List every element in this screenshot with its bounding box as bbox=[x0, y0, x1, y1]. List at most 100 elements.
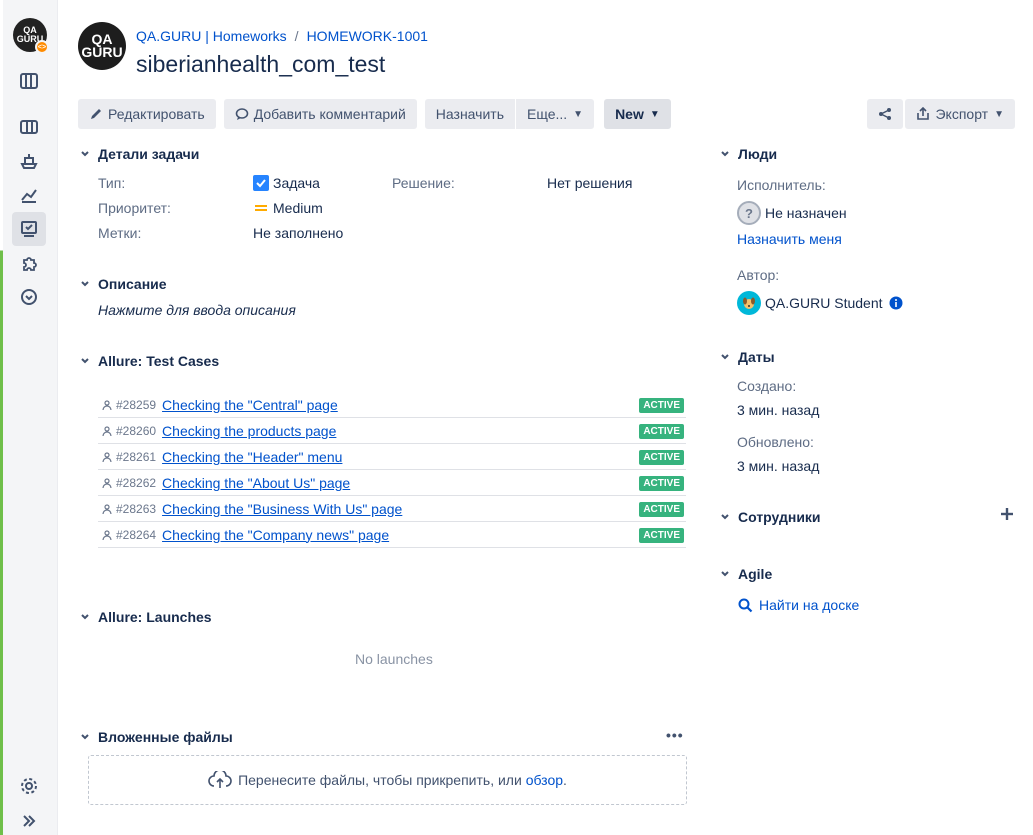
chevron-down-icon: ▼ bbox=[649, 108, 660, 120]
priority-value[interactable]: Medium bbox=[253, 200, 323, 216]
chevron-down-icon bbox=[718, 350, 732, 364]
chevron-down-icon bbox=[718, 510, 732, 524]
issue-view: QA GURU QA.GURU | Homeworks / HOMEWORK-100… bbox=[58, 0, 1033, 835]
assign-to-me-link[interactable]: Назначить меня bbox=[737, 231, 842, 247]
settings-icon[interactable] bbox=[12, 769, 46, 803]
test-case-id-text: #28260 bbox=[116, 423, 157, 438]
project-avatar-text: QA GURU bbox=[81, 31, 123, 60]
description-placeholder[interactable]: Нажмите для ввода описания bbox=[98, 302, 296, 318]
author-label: Автор: bbox=[737, 267, 780, 283]
assignee-label: Исполнитель: bbox=[737, 177, 826, 193]
assignee-value[interactable]: ? Не назначен bbox=[737, 201, 847, 225]
export-button[interactable]: Экспорт ▼ bbox=[905, 99, 1015, 129]
allure-testcases-section-header[interactable]: Allure: Test Cases bbox=[78, 353, 219, 369]
attachments-heading: Вложенные файлы bbox=[98, 729, 233, 745]
add-comment-button[interactable]: Добавить комментарий bbox=[223, 99, 417, 129]
test-case-row: #28261 Checking the "Header" menu ACTIVE bbox=[98, 444, 686, 470]
edit-button[interactable]: Редактировать bbox=[78, 99, 216, 129]
project-avatar[interactable]: QA GURU bbox=[78, 22, 126, 70]
status-badge: ACTIVE bbox=[639, 476, 684, 491]
test-case-id: #28263 bbox=[102, 502, 156, 516]
test-case-id-text: #28259 bbox=[116, 397, 157, 412]
test-case-row: #28260 Checking the products page ACTIVE bbox=[98, 418, 686, 444]
allure-launches-section-header[interactable]: Allure: Launches bbox=[78, 609, 212, 625]
updated-label: Обновлено: bbox=[737, 434, 814, 450]
status-badge: ACTIVE bbox=[639, 398, 684, 413]
share-button[interactable] bbox=[867, 99, 904, 129]
test-case-link[interactable]: Checking the "About Us" page bbox=[162, 475, 350, 491]
attachments-section-header[interactable]: Вложенные файлы bbox=[78, 729, 233, 745]
expand-sidebar-icon[interactable] bbox=[12, 804, 46, 835]
created-label: Создано: bbox=[737, 378, 797, 394]
board-icon[interactable] bbox=[12, 64, 46, 98]
test-case-id: #28261 bbox=[102, 450, 156, 464]
status-badge: ACTIVE bbox=[639, 450, 684, 465]
author-value-text: QA.GURU Student bbox=[765, 295, 883, 311]
assign-button[interactable]: Назначить bbox=[424, 99, 515, 129]
info-icon[interactable] bbox=[889, 296, 903, 310]
user-icon bbox=[102, 477, 112, 488]
status-badge: ACTIVE bbox=[639, 528, 684, 543]
agile-section-header[interactable]: Agile bbox=[718, 566, 772, 582]
edit-button-label: Редактировать bbox=[108, 106, 205, 122]
reports-icon[interactable] bbox=[12, 178, 46, 212]
allure-launches-heading: Allure: Launches bbox=[98, 609, 212, 625]
test-case-row: #28264 Checking the "Company news" page AC… bbox=[98, 522, 686, 548]
test-case-link[interactable]: Checking the products page bbox=[162, 423, 336, 439]
test-case-link[interactable]: Checking the "Company news" page bbox=[162, 527, 389, 543]
type-value[interactable]: Задача bbox=[253, 175, 320, 191]
watchers-heading: Сотрудники bbox=[738, 509, 821, 525]
comment-icon bbox=[235, 108, 249, 120]
test-case-link[interactable]: Checking the "Business With Us" page bbox=[162, 501, 402, 517]
page-title[interactable]: siberianhealth_com_test bbox=[136, 51, 385, 78]
description-heading: Описание bbox=[98, 276, 167, 292]
created-value: 3 мин. назад bbox=[737, 402, 820, 418]
upload-cloud-icon bbox=[208, 771, 232, 788]
backlog-icon[interactable] bbox=[12, 110, 46, 144]
description-section-header[interactable]: Описание bbox=[78, 276, 167, 292]
more-options-icon[interactable]: ••• bbox=[666, 727, 684, 743]
priority-value-text: Medium bbox=[273, 200, 323, 216]
allure-testcases-heading: Allure: Test Cases bbox=[98, 353, 220, 369]
watchers-section-header[interactable]: Сотрудники bbox=[718, 509, 821, 525]
status-dropdown[interactable]: New ▼ bbox=[604, 99, 671, 129]
author-value[interactable]: QA.GURU Student bbox=[737, 291, 903, 315]
browse-link[interactable]: обзор bbox=[526, 772, 563, 788]
user-icon bbox=[102, 503, 112, 514]
test-case-id: #28260 bbox=[102, 424, 156, 438]
assign-button-label: Назначить bbox=[435, 106, 504, 122]
breadcrumb: QA.GURU | Homeworks / HOMEWORK-1001 bbox=[136, 28, 428, 44]
test-case-id-text: #28264 bbox=[116, 527, 157, 542]
details-section-header[interactable]: Детали задачи bbox=[78, 146, 199, 162]
project-logo[interactable]: QA GURU <> bbox=[13, 18, 49, 54]
breadcrumb-issue-key[interactable]: HOMEWORK-1001 bbox=[307, 28, 428, 44]
test-case-row: #28263 Checking the "Business With Us" pa… bbox=[98, 496, 686, 522]
labels-value[interactable]: Не заполнено bbox=[253, 225, 343, 241]
unassigned-avatar-icon: ? bbox=[737, 201, 761, 225]
dropzone-text: Перенесите файлы, чтобы прикрепить, или bbox=[238, 772, 522, 788]
chevron-down-icon: ▼ bbox=[994, 108, 1004, 120]
no-launches-text: No launches bbox=[355, 651, 433, 667]
chevron-down-icon bbox=[78, 610, 92, 624]
add-watcher-plus-icon[interactable] bbox=[1000, 507, 1014, 524]
addons-icon[interactable] bbox=[12, 247, 46, 281]
test-case-id: #28264 bbox=[102, 528, 156, 542]
agile-heading: Agile bbox=[738, 566, 773, 582]
chevron-down-icon bbox=[718, 567, 732, 581]
dates-section-header[interactable]: Даты bbox=[718, 349, 775, 365]
find-on-board-link[interactable]: Найти на доске bbox=[738, 597, 859, 613]
attachment-dropzone[interactable]: Перенесите файлы, чтобы прикрепить, или … bbox=[88, 755, 687, 805]
issues-icon[interactable] bbox=[12, 212, 46, 246]
test-case-link[interactable]: Checking the "Header" menu bbox=[162, 449, 342, 465]
releases-icon[interactable] bbox=[12, 144, 46, 178]
breadcrumb-separator: / bbox=[294, 28, 299, 44]
toolbar-right: Экспорт ▼ bbox=[867, 99, 1015, 129]
test-case-link[interactable]: Checking the "Central" page bbox=[162, 397, 338, 413]
breadcrumb-project[interactable]: QA.GURU | Homeworks bbox=[136, 28, 287, 44]
more-actions-button[interactable]: Еще... ▼ bbox=[516, 99, 595, 129]
timer-icon[interactable] bbox=[12, 280, 46, 314]
people-section-header[interactable]: Люди bbox=[718, 146, 777, 162]
chevron-down-icon bbox=[78, 354, 92, 368]
resolution-label: Решение: bbox=[392, 175, 455, 191]
project-sidebar: QA GURU <> bbox=[0, 0, 58, 835]
